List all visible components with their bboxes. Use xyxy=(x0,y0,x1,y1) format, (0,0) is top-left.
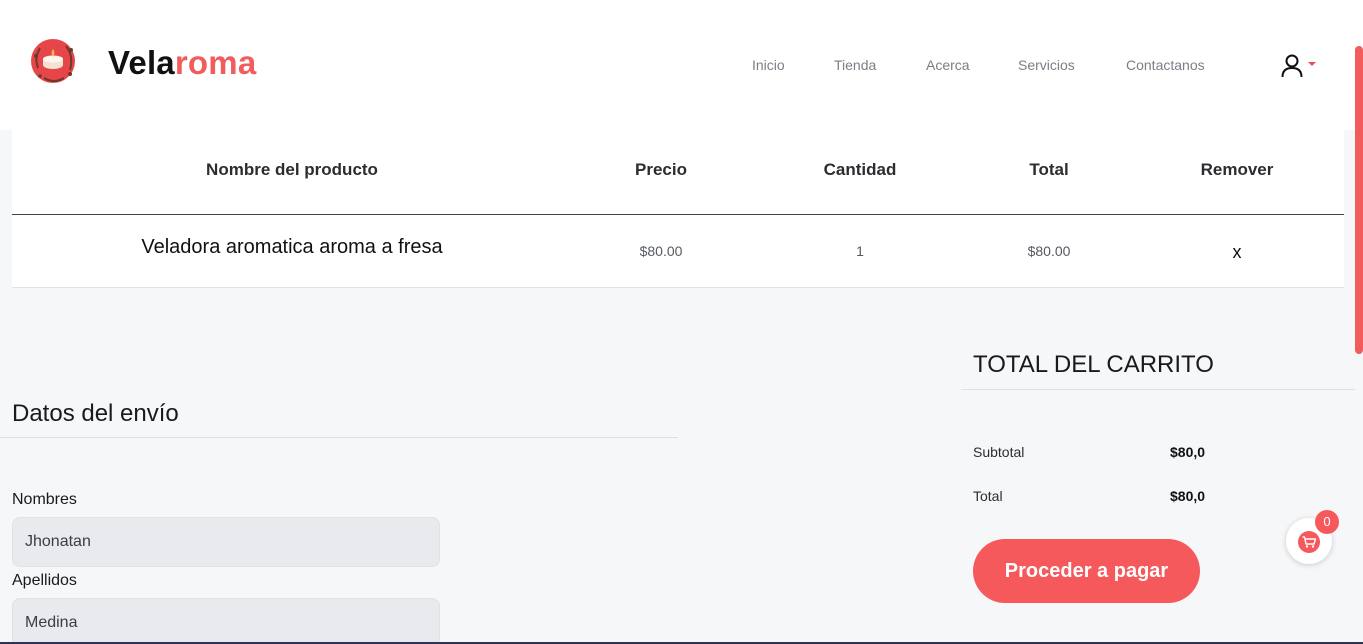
nav-acerca[interactable]: Acerca xyxy=(926,57,970,73)
product-price: $80.00 xyxy=(639,243,683,259)
brand-name[interactable]: Velaroma xyxy=(108,44,256,82)
brand-name-part2: roma xyxy=(174,44,257,81)
shipping-title: Datos del envío xyxy=(12,400,179,427)
remove-item-button[interactable]: x xyxy=(1233,242,1242,263)
nav-tienda[interactable]: Tienda xyxy=(834,57,876,73)
nav-contactanos[interactable]: Contactanos xyxy=(1126,57,1205,73)
table-row-divider xyxy=(12,287,1344,288)
candle-logo-icon[interactable] xyxy=(30,38,76,84)
scrollbar-thumb[interactable] xyxy=(1355,46,1363,354)
caret-down-icon xyxy=(1308,62,1316,66)
cart-totals-divider xyxy=(961,389,1355,390)
first-name-label: Nombres xyxy=(12,491,77,508)
header-quantity: Cantidad xyxy=(823,160,897,179)
user-menu-toggle[interactable] xyxy=(1280,52,1320,80)
header-remove: Remover xyxy=(1200,160,1274,179)
user-icon xyxy=(1281,54,1303,78)
cart-totals-title: TOTAL DEL CARRITO xyxy=(973,351,1214,378)
subtotal-value: $80,0 xyxy=(1170,444,1206,460)
header-price: Precio xyxy=(635,160,687,179)
site-header: Velaroma Inicio Tienda Acerca Servicios … xyxy=(0,0,1363,130)
first-name-field[interactable] xyxy=(12,517,440,567)
nav-inicio[interactable]: Inicio xyxy=(752,57,785,73)
brand-name-part1: Vela xyxy=(108,44,175,81)
product-quantity: 1 xyxy=(856,243,864,259)
total-label: Total xyxy=(973,488,1003,504)
nav-servicios[interactable]: Servicios xyxy=(1018,57,1075,73)
header-total: Total xyxy=(1029,160,1069,179)
cart-count-badge: 0 xyxy=(1315,510,1339,534)
total-value: $80,0 xyxy=(1170,488,1206,504)
product-total: $80.00 xyxy=(1027,243,1071,259)
proceed-to-pay-button[interactable]: Proceder a pagar xyxy=(973,539,1200,603)
table-header-divider xyxy=(12,214,1344,215)
product-name[interactable]: Veladora aromatica aroma a fresa xyxy=(141,236,442,259)
header-product-name: Nombre del producto xyxy=(206,160,378,179)
cart-table: Nombre del producto Precio Cantidad Tota… xyxy=(12,130,1344,288)
subtotal-label: Subtotal xyxy=(973,444,1025,460)
shipping-divider xyxy=(0,437,678,438)
last-name-field[interactable] xyxy=(12,598,440,644)
last-name-label: Apellidos xyxy=(12,572,77,589)
